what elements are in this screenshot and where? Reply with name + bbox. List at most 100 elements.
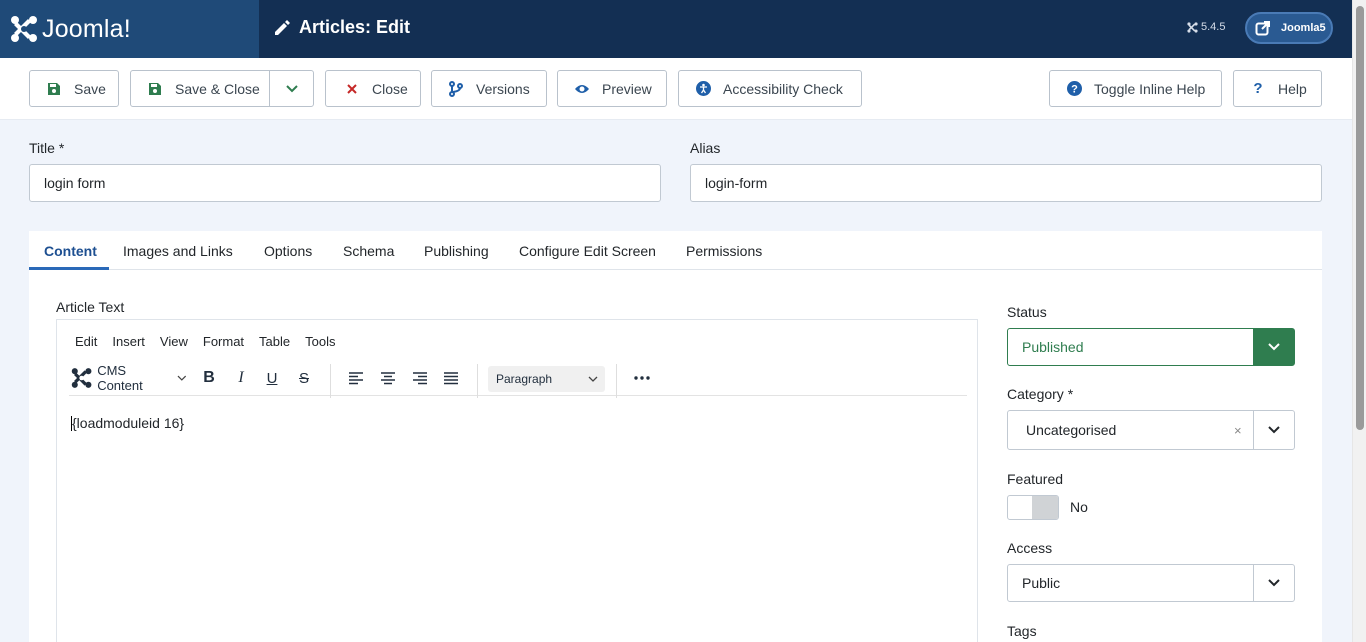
menu-view[interactable]: View <box>160 334 188 349</box>
version-text: 5.4.5 <box>1201 21 1226 33</box>
eye-icon <box>574 81 590 97</box>
alias-input[interactable]: login-form <box>690 164 1322 202</box>
preview-label: Preview <box>602 80 652 97</box>
title-input[interactable]: login form <box>29 164 661 202</box>
align-center-button[interactable] <box>377 364 399 392</box>
menu-format[interactable]: Format <box>203 334 244 349</box>
editor-menubar: Edit Insert View Format Table Tools <box>75 334 350 349</box>
save-close-button[interactable]: Save & Close <box>130 70 314 107</box>
admin-header: Joomla! Articles: Edit 5.4.5 Joomla5 <box>0 0 1352 58</box>
article-text-label: Article Text <box>56 299 125 315</box>
toggle-knob <box>1032 496 1058 519</box>
close-icon <box>344 81 360 97</box>
align-right-button[interactable] <box>409 364 431 392</box>
accessibility-check-button[interactable]: Accessibility Check <box>678 70 862 107</box>
versions-label: Versions <box>476 80 530 97</box>
save-button[interactable]: Save <box>29 70 119 107</box>
version-info: 5.4.5 <box>1187 21 1225 33</box>
save-label: Save <box>74 80 106 97</box>
category-value: Uncategorised <box>1026 422 1117 438</box>
status-select[interactable]: Published <box>1007 328 1295 366</box>
align-left-icon <box>349 372 363 385</box>
chevron-down-icon <box>177 375 187 381</box>
align-justify-button[interactable] <box>440 364 462 392</box>
toolbar-separator <box>477 364 478 398</box>
align-left-button[interactable] <box>345 364 367 392</box>
help-label: Help <box>1278 80 1307 97</box>
pencil-icon <box>275 19 290 35</box>
site-name: Joomla5 <box>1281 22 1326 34</box>
logo-text: Joomla! <box>42 14 131 43</box>
page-title-text: Articles: Edit <box>299 17 411 37</box>
view-site-button[interactable]: Joomla5 <box>1245 12 1333 44</box>
align-justify-icon <box>444 372 458 385</box>
joomla-icon <box>71 368 92 388</box>
save-dropdown-toggle[interactable] <box>269 71 313 106</box>
tab-options[interactable]: Options <box>264 231 312 270</box>
editor-toolbar: CMS Content B I U S Paragraph <box>69 363 967 398</box>
versions-button[interactable]: Versions <box>431 70 547 107</box>
action-toolbar: Save Save & Close Close Versions Preview… <box>0 58 1352 120</box>
category-select[interactable]: Uncategorised × <box>1007 410 1295 450</box>
help-button[interactable]: ? Help <box>1233 70 1322 107</box>
chevron-down-icon <box>285 84 298 92</box>
featured-label: Featured <box>1007 471 1064 487</box>
tab-permissions[interactable]: Permissions <box>686 231 762 270</box>
bold-button[interactable]: B <box>198 364 220 392</box>
strikethrough-button[interactable]: S <box>293 364 315 392</box>
universal-access-icon <box>695 81 711 97</box>
tags-label: Tags <box>1007 623 1037 639</box>
access-select[interactable]: Public <box>1007 564 1295 602</box>
close-label: Close <box>372 80 408 97</box>
chevron-down-icon <box>588 376 598 382</box>
tab-content[interactable]: Content <box>44 231 97 270</box>
code-branch-icon <box>448 80 464 97</box>
menu-table[interactable]: Table <box>259 334 290 349</box>
status-value: Published <box>1022 339 1084 355</box>
status-dropdown-arrow <box>1253 329 1294 365</box>
block-format-select[interactable]: Paragraph <box>488 366 605 392</box>
access-value: Public <box>1022 575 1061 591</box>
italic-button[interactable]: I <box>230 364 252 392</box>
scrollbar-thumb[interactable] <box>1356 6 1364 430</box>
preview-button[interactable]: Preview <box>557 70 667 107</box>
save-close-label: Save & Close <box>175 80 260 97</box>
external-link-icon <box>1255 21 1270 36</box>
tab-configure-edit-screen[interactable]: Configure Edit Screen <box>519 231 656 270</box>
joomla-logo[interactable]: Joomla! <box>0 0 259 58</box>
menu-tools[interactable]: Tools <box>305 334 335 349</box>
chevron-down-icon <box>1268 579 1280 587</box>
chevron-down-icon <box>1268 426 1280 434</box>
close-button[interactable]: Close <box>325 70 421 107</box>
toggle-help-label: Toggle Inline Help <box>1094 80 1206 97</box>
featured-value: No <box>1070 499 1088 515</box>
toolbar-separator <box>330 364 331 398</box>
status-label: Status <box>1007 304 1047 320</box>
access-dropdown-arrow <box>1253 565 1294 601</box>
tab-images-and-links[interactable]: Images and Links <box>123 231 233 270</box>
editor-body-text: {loadmoduleid 16} <box>72 415 185 431</box>
featured-toggle[interactable] <box>1007 495 1059 520</box>
chevron-down-icon <box>1267 343 1280 351</box>
svg-text:?: ? <box>1071 84 1078 96</box>
more-tools-button[interactable] <box>631 364 653 392</box>
save-icon <box>147 81 163 97</box>
tab-publishing[interactable]: Publishing <box>424 231 489 270</box>
menu-edit[interactable]: Edit <box>75 334 97 349</box>
cms-content-button[interactable]: CMS Content <box>71 363 187 393</box>
save-icon <box>46 81 62 97</box>
block-format-value: Paragraph <box>496 372 553 386</box>
align-center-icon <box>381 372 395 385</box>
tab-schema[interactable]: Schema <box>343 231 394 270</box>
underline-button[interactable]: U <box>261 364 283 392</box>
question-icon: ? <box>1253 80 1263 97</box>
page-scrollbar[interactable] <box>1352 0 1366 642</box>
menu-insert[interactable]: Insert <box>112 334 145 349</box>
editor-content-area[interactable]: {loadmoduleid 16} <box>71 415 184 431</box>
toggle-inline-help-button[interactable]: ? Toggle Inline Help <box>1049 70 1222 107</box>
ellipsis-icon <box>634 376 650 380</box>
question-circle-icon: ? <box>1066 81 1082 97</box>
edit-tabs: Content Images and Links Options Schema … <box>29 231 1322 270</box>
clear-selection-icon[interactable]: × <box>1234 423 1242 438</box>
joomla-mini-icon <box>1187 21 1198 33</box>
